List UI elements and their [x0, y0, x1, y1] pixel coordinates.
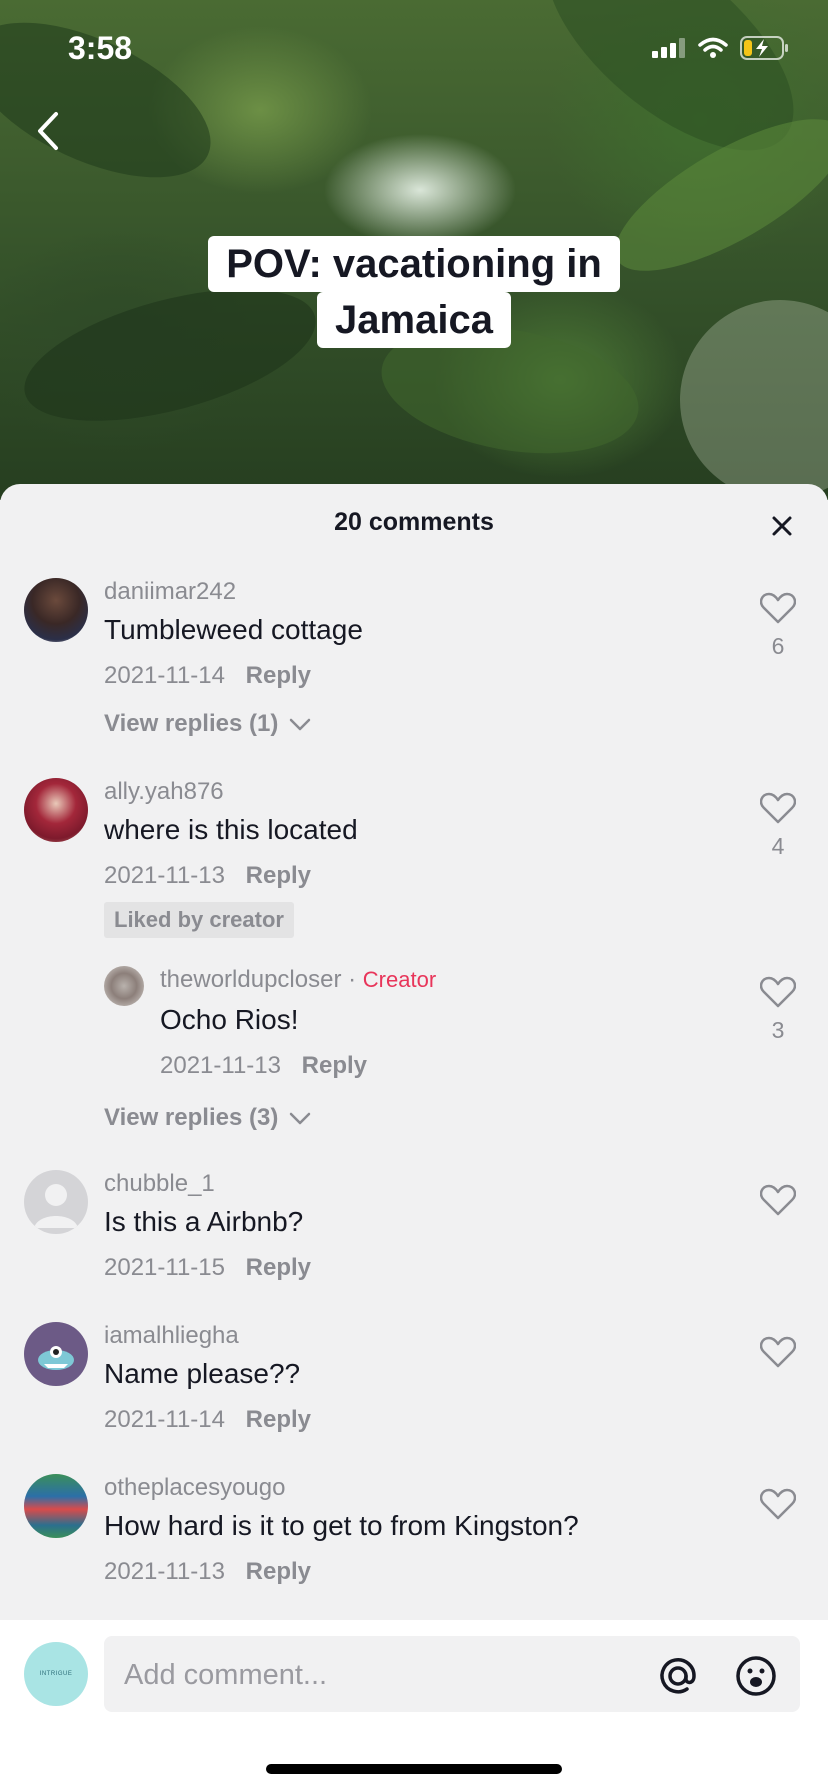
- caption-line-1: POV: vacationing in: [208, 236, 620, 292]
- comment-text: Is this a Airbnb?: [104, 1206, 304, 1237]
- chevron-down-icon: [289, 718, 311, 730]
- video-caption: POV: vacationing in Jamaica: [0, 236, 828, 348]
- heart-icon: [759, 1184, 797, 1216]
- comment-text: Tumbleweed cottage: [104, 614, 363, 645]
- avatar[interactable]: [104, 966, 144, 1006]
- reply-button[interactable]: Reply: [246, 1406, 311, 1433]
- view-replies-label: View replies (3): [104, 1104, 279, 1131]
- like-button[interactable]: [758, 1488, 798, 1525]
- comment-meta: 2021-11-13 Reply: [104, 862, 311, 890]
- add-comment-input[interactable]: [122, 1636, 646, 1714]
- comment-date: 2021-11-15: [104, 1254, 225, 1281]
- comment-username[interactable]: chubble_1: [104, 1170, 215, 1198]
- caption-line-2: Jamaica: [317, 292, 511, 348]
- comment-date: 2021-11-13: [104, 862, 225, 889]
- cellular-signal-icon: [652, 38, 685, 58]
- status-time: 3:58: [68, 30, 133, 66]
- avatar[interactable]: [24, 578, 88, 642]
- comment-date: 2021-11-14: [104, 662, 225, 689]
- close-icon: [772, 516, 792, 536]
- comment-text: Name please??: [104, 1358, 301, 1389]
- reply-button[interactable]: Reply: [246, 662, 311, 689]
- chevron-left-icon: [38, 112, 58, 150]
- like-button[interactable]: [758, 1336, 798, 1373]
- like-button[interactable]: 3: [758, 976, 798, 1044]
- chevron-down-icon: [289, 1112, 311, 1124]
- heart-icon: [759, 792, 797, 824]
- comment-meta: 2021-11-14 Reply: [104, 662, 311, 690]
- at-mention-icon: [660, 1658, 696, 1694]
- heart-icon: [759, 1336, 797, 1368]
- view-replies-button[interactable]: View replies (1): [104, 710, 311, 738]
- avatar[interactable]: [24, 1170, 88, 1234]
- battery-charging-icon: [740, 36, 788, 60]
- like-button[interactable]: 6: [758, 592, 798, 660]
- separator-dot: ·: [348, 966, 357, 993]
- back-button[interactable]: [30, 106, 70, 156]
- comment-username[interactable]: otheplacesyougo: [104, 1474, 285, 1502]
- monster-avatar-icon: [38, 1346, 74, 1370]
- like-count: 3: [771, 1017, 785, 1043]
- comments-sheet: 20 comments daniimar242 Tumbleweed cotta…: [0, 484, 828, 1792]
- reply-username: theworldupcloser: [160, 966, 342, 993]
- avatar[interactable]: [24, 778, 88, 842]
- like-button[interactable]: [758, 1184, 798, 1221]
- heart-icon: [759, 1488, 797, 1520]
- status-icons: [652, 36, 790, 60]
- heart-icon: [759, 976, 797, 1008]
- reply-button[interactable]: Reply: [246, 1558, 311, 1585]
- avatar[interactable]: [24, 1322, 88, 1386]
- comment-date: 2021-11-13: [104, 1558, 225, 1585]
- comment-text: Ocho Rios!: [160, 1004, 299, 1035]
- home-indicator[interactable]: [266, 1764, 562, 1774]
- comment-meta: 2021-11-15 Reply: [104, 1254, 311, 1282]
- comment-username[interactable]: daniimar242: [104, 578, 236, 606]
- creator-tag: Creator: [362, 967, 437, 992]
- reply-button[interactable]: Reply: [302, 1052, 367, 1079]
- comment-date: 2021-11-14: [104, 1406, 225, 1433]
- liked-by-creator-badge: Liked by creator: [104, 902, 294, 938]
- reply-button[interactable]: Reply: [246, 1254, 311, 1281]
- comment-box[interactable]: [104, 1636, 800, 1714]
- comment-username[interactable]: theworldupcloser · Creator: [160, 966, 436, 994]
- comment-username[interactable]: ally.yah876: [104, 778, 224, 806]
- comment-meta: 2021-11-13 Reply: [160, 1052, 367, 1080]
- mention-button[interactable]: [656, 1654, 700, 1698]
- view-replies-button[interactable]: View replies (3): [104, 1104, 311, 1132]
- wifi-icon: [698, 37, 728, 58]
- heart-icon: [759, 592, 797, 624]
- default-avatar-icon: [34, 1184, 78, 1228]
- comment-text: How hard is it to get to from Kingston?: [104, 1510, 579, 1541]
- comment-meta: 2021-11-13 Reply: [104, 1558, 311, 1586]
- avatar[interactable]: [24, 1474, 88, 1538]
- comment-username[interactable]: iamalhliegha: [104, 1322, 239, 1350]
- reply-button[interactable]: Reply: [246, 862, 311, 889]
- current-user-avatar[interactable]: INTRIGUE: [24, 1642, 88, 1706]
- comment-meta: 2021-11-14 Reply: [104, 1406, 311, 1434]
- comment-text: where is this located: [104, 814, 358, 845]
- like-count: 6: [771, 633, 785, 659]
- emoji-icon: [736, 1656, 776, 1696]
- like-count: 4: [771, 833, 785, 859]
- like-button[interactable]: 4: [758, 792, 798, 860]
- comment-date: 2021-11-13: [160, 1052, 281, 1079]
- view-replies-label: View replies (1): [104, 710, 279, 737]
- comments-count-title: 20 comments: [334, 508, 494, 536]
- emoji-button[interactable]: [734, 1654, 778, 1698]
- close-button[interactable]: [766, 510, 798, 542]
